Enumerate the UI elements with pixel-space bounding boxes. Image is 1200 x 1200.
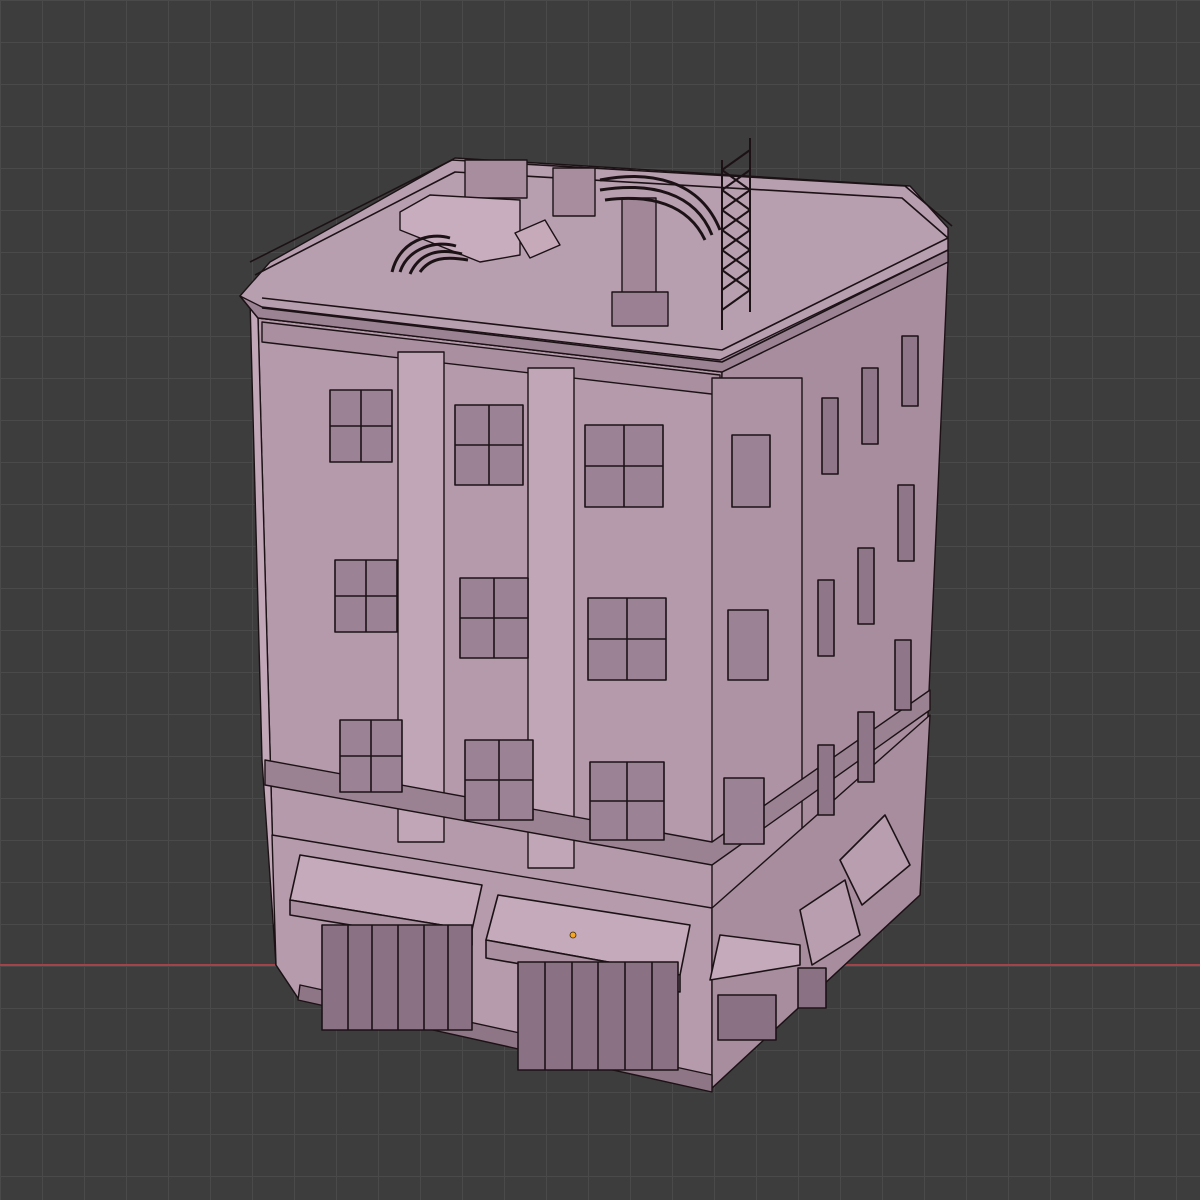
ac-unit xyxy=(552,167,596,217)
chimney-base xyxy=(611,291,669,327)
chimney-stack xyxy=(621,197,657,295)
viewport-canvas[interactable] xyxy=(0,0,1200,1200)
pilaster xyxy=(527,367,575,869)
3d-viewport[interactable] xyxy=(0,0,1200,1200)
building-mesh[interactable] xyxy=(239,138,953,1093)
pilaster xyxy=(397,351,445,843)
ac-unit xyxy=(464,159,528,199)
object-origin-dot[interactable] xyxy=(569,931,577,939)
